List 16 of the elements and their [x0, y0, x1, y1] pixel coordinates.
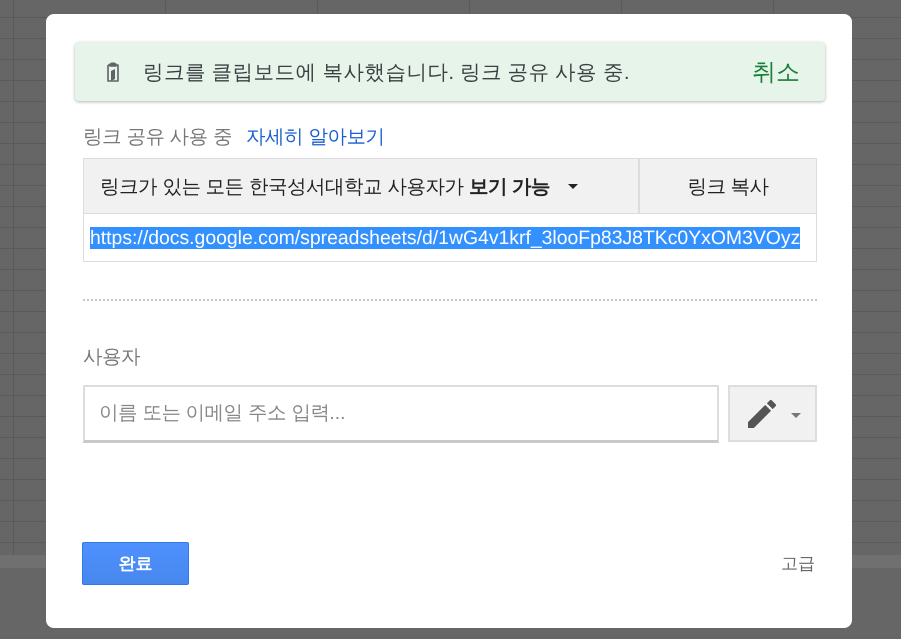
- undo-link[interactable]: 취소: [752, 56, 800, 88]
- people-label: 사용자: [83, 346, 140, 369]
- advanced-link[interactable]: 고급: [781, 552, 815, 575]
- permission-button[interactable]: [728, 385, 817, 442]
- toast-message: 링크를 클립보드에 복사했습니다. 링크 공유 사용 중.: [143, 60, 630, 86]
- name-email-input[interactable]: 이름 또는 이메일 주소 입력...: [83, 385, 719, 442]
- done-button[interactable]: 완료: [82, 542, 189, 585]
- access-dropdown[interactable]: 링크가 있는 모든 한국성서대학교 사용자가 보기 가능: [84, 159, 640, 213]
- caret-icon: [791, 413, 801, 418]
- copy-link-button[interactable]: 링크 복사: [640, 159, 816, 213]
- link-url-text: https://docs.google.com/spreadsheets/d/1wG4v1krf_3looFp83J8TKc0YxOM3VOyz: [90, 226, 800, 248]
- pencil-icon: [748, 400, 776, 428]
- learn-more-link[interactable]: 자세히 알아보기: [246, 122, 384, 150]
- link-sharing-status: 링크 공유 사용 중: [83, 126, 232, 150]
- caret-icon: [568, 184, 578, 188]
- clipboard-icon: [105, 60, 121, 82]
